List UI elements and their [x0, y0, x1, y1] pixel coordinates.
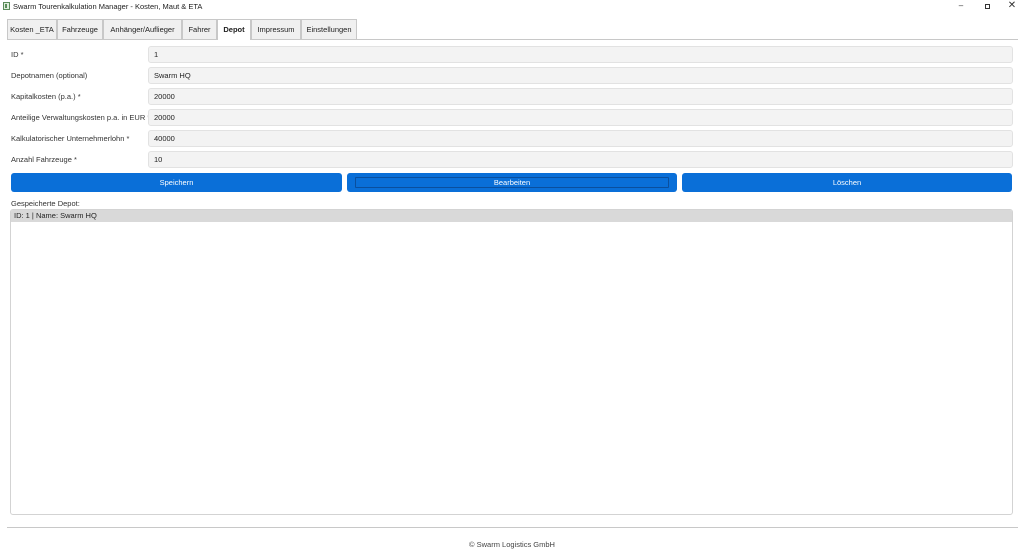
id-label: ID *: [11, 50, 24, 59]
tab-fahrzeuge[interactable]: Fahrzeuge: [57, 19, 103, 39]
title-bar: Swarm Tourenkalkulation Manager - Kosten…: [0, 0, 1024, 13]
vehicle-count-field[interactable]: [148, 151, 1013, 168]
window-title: Swarm Tourenkalkulation Manager - Kosten…: [13, 2, 203, 11]
tab-fahrer[interactable]: Fahrer: [182, 19, 217, 39]
saved-depots-title: Gespeicherte Depot:: [11, 199, 80, 208]
row-vehicle-count: Anzahl Fahrzeuge *: [0, 151, 1024, 168]
row-capital-costs: Kapitalkosten (p.a.) *: [0, 88, 1024, 105]
row-id: ID *: [0, 46, 1024, 63]
tab-anhaenger-auflieger[interactable]: Anhänger/Auflieger: [103, 19, 182, 39]
row-depot-name: Depotnamen (optional): [0, 67, 1024, 84]
capital-costs-label: Kapitalkosten (p.a.) *: [11, 92, 81, 101]
app-icon: [3, 2, 10, 10]
depot-name-field[interactable]: [148, 67, 1013, 84]
admin-costs-label: Anteilige Verwaltungskosten p.a. in EUR …: [11, 113, 151, 122]
list-item[interactable]: ID: 1 | Name: Swarm HQ: [11, 210, 1012, 222]
footer-copyright: © Swarm Logistics GmbH: [469, 540, 555, 549]
depot-name-label: Depotnamen (optional): [11, 71, 88, 80]
id-field[interactable]: [148, 46, 1013, 63]
capital-costs-field[interactable]: [148, 88, 1013, 105]
save-button[interactable]: Speichern: [11, 173, 342, 192]
delete-button[interactable]: Löschen: [682, 173, 1012, 192]
vehicle-count-label: Anzahl Fahrzeuge *: [11, 155, 77, 164]
tab-einstellungen[interactable]: Einstellungen: [301, 19, 357, 39]
row-admin-costs: Anteilige Verwaltungskosten p.a. in EUR …: [0, 109, 1024, 126]
tab-impressum[interactable]: Impressum: [251, 19, 301, 39]
tab-kosten-eta[interactable]: Kosten _ETA: [7, 19, 57, 39]
entrepreneur-wage-label: Kalkulatorischer Unternehmerlohn *: [11, 134, 130, 143]
tab-depot[interactable]: Depot: [217, 19, 251, 40]
admin-costs-field[interactable]: [148, 109, 1013, 126]
maximize-button[interactable]: [974, 0, 1000, 13]
restore-icon: [984, 4, 990, 9]
focus-ring: [355, 177, 669, 188]
close-button[interactable]: ✕: [999, 0, 1024, 13]
tab-divider: [7, 39, 1018, 40]
entrepreneur-wage-field[interactable]: [148, 130, 1013, 147]
row-entrepreneur-wage: Kalkulatorischer Unternehmerlohn *: [0, 130, 1024, 147]
saved-depots-list[interactable]: ID: 1 | Name: Swarm HQ: [10, 209, 1013, 515]
minimize-button[interactable]: –: [948, 0, 974, 13]
footer-divider: [7, 527, 1018, 528]
edit-button[interactable]: Bearbeiten: [347, 173, 677, 192]
